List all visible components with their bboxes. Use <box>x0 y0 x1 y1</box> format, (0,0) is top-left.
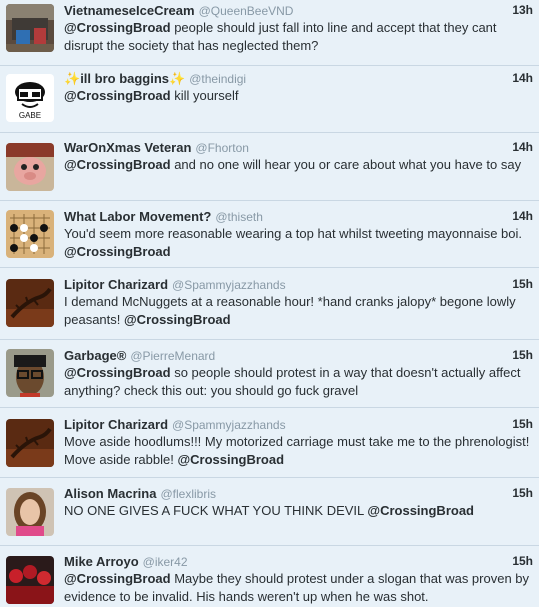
tweet-text: Move aside hoodlums!!! My motorized carr… <box>64 434 530 467</box>
author-name[interactable]: What Labor Movement? <box>64 209 211 224</box>
woman-photo-icon <box>6 488 54 536</box>
avatar[interactable] <box>6 419 54 467</box>
tweet-header: Alison Macrina @flexlibris <box>64 486 533 502</box>
author-handle[interactable]: @Spammyjazzhands <box>172 278 286 292</box>
tweet[interactable]: What Labor Movement? @thiseth 14h You'd s… <box>0 201 539 268</box>
avatar[interactable] <box>6 349 54 397</box>
room-photo-icon <box>6 4 54 52</box>
author-name[interactable]: Alison Macrina <box>64 486 156 501</box>
avatar[interactable] <box>6 488 54 536</box>
mention-link[interactable]: @CrossingBroad <box>64 88 171 103</box>
tweet-text: @CrossingBroad kill yourself <box>64 88 239 103</box>
tweet-timestamp[interactable]: 15h <box>512 277 533 291</box>
tweet[interactable]: WarOnXmas Veteran @Fhorton 14h @CrossingB… <box>0 133 539 201</box>
mention-link[interactable]: @CrossingBroad <box>124 312 231 327</box>
author-handle[interactable]: @thiseth <box>215 210 263 224</box>
tweet-timestamp[interactable]: 15h <box>512 486 533 500</box>
tweet-timestamp[interactable]: 14h <box>512 140 533 154</box>
tweet[interactable]: Alison Macrina @flexlibris 15h NO ONE GIV… <box>0 478 539 546</box>
tweet-header: Garbage® @PierreMenard <box>64 348 533 364</box>
author-handle[interactable]: @iker42 <box>143 555 188 569</box>
tweet-timestamp[interactable]: 15h <box>512 348 533 362</box>
pig-character-icon <box>6 143 54 191</box>
author-handle[interactable]: @Spammyjazzhands <box>172 418 286 432</box>
tweet-header: Lipitor Charizard @Spammyjazzhands <box>64 417 533 433</box>
tweet-timestamp[interactable]: 15h <box>512 417 533 431</box>
author-handle[interactable]: @theindigi <box>189 72 246 86</box>
tweet-header: Mike Arroyo @iker42 <box>64 554 533 570</box>
avatar[interactable] <box>6 210 54 258</box>
author-name[interactable]: Garbage® <box>64 348 126 363</box>
tweet-text: @CrossingBroad and no one will hear you … <box>64 157 522 172</box>
mention-link[interactable]: @CrossingBroad <box>64 20 171 35</box>
lizard-icon <box>6 279 54 327</box>
sparkle-icon: ✨ <box>64 71 81 86</box>
author-handle[interactable]: @Fhorton <box>195 141 249 155</box>
author-name[interactable]: Lipitor Charizard <box>64 417 168 432</box>
tweet-header: ✨ill bro baggins✨ @theindigi <box>64 71 533 87</box>
author-handle[interactable]: @PierreMenard <box>130 349 215 363</box>
tweet[interactable]: Garbage® @PierreMenard 15h @CrossingBroad… <box>0 340 539 408</box>
avatar[interactable] <box>6 556 54 604</box>
tweet-timestamp[interactable]: 13h <box>512 3 533 17</box>
tweet[interactable]: GABE ✨ill bro baggins✨ @theindigi 14h @Cr… <box>0 66 539 133</box>
tweet-header: VietnameseIceCream @QueenBeeVND <box>64 3 533 19</box>
crowd-photo-icon <box>6 556 54 604</box>
avatar-caption: GABE <box>19 111 41 120</box>
tweet-feed: VietnameseIceCream @QueenBeeVND 13h @Cros… <box>0 0 539 607</box>
avatar[interactable] <box>6 4 54 52</box>
author-name[interactable]: VietnameseIceCream <box>64 3 195 18</box>
tweet-header: What Labor Movement? @thiseth <box>64 209 533 225</box>
avatar[interactable]: GABE <box>6 74 54 122</box>
author-handle[interactable]: @flexlibris <box>160 487 216 501</box>
avatar[interactable] <box>6 143 54 191</box>
tweet-text: I demand McNuggets at a reasonable hour!… <box>64 294 516 327</box>
author-name[interactable]: Lipitor Charizard <box>64 277 168 292</box>
avatar[interactable] <box>6 279 54 327</box>
tweet-header: Lipitor Charizard @Spammyjazzhands <box>64 277 533 293</box>
mention-link[interactable]: @CrossingBroad <box>177 452 284 467</box>
tweet-timestamp[interactable]: 14h <box>512 71 533 85</box>
tweet-header: WarOnXmas Veteran @Fhorton <box>64 140 533 156</box>
tweet-text: @CrossingBroad people should just fall i… <box>64 20 497 53</box>
tweet[interactable]: Mike Arroyo @iker42 15h @CrossingBroad Ma… <box>0 546 539 607</box>
mention-link[interactable]: @CrossingBroad <box>64 244 171 259</box>
cartoon-face-icon: GABE <box>6 74 54 122</box>
author-name[interactable]: ill bro baggins <box>80 71 169 86</box>
mention-link[interactable]: @CrossingBroad <box>64 157 171 172</box>
tweet-timestamp[interactable]: 15h <box>512 554 533 568</box>
man-glasses-icon <box>6 349 54 397</box>
tweet-text: NO ONE GIVES A FUCK WHAT YOU THINK DEVIL… <box>64 503 474 518</box>
tweet[interactable]: Lipitor Charizard @Spammyjazzhands 15h Mo… <box>0 408 539 478</box>
tweet[interactable]: Lipitor Charizard @Spammyjazzhands 15h I … <box>0 268 539 340</box>
mention-link[interactable]: @CrossingBroad <box>367 503 474 518</box>
tweet-timestamp[interactable]: 14h <box>512 209 533 223</box>
author-handle[interactable]: @QueenBeeVND <box>199 4 294 18</box>
tweet[interactable]: VietnameseIceCream @QueenBeeVND 13h @Cros… <box>0 0 539 66</box>
sparkle-icon: ✨ <box>169 71 186 86</box>
author-name[interactable]: Mike Arroyo <box>64 554 139 569</box>
mention-link[interactable]: @CrossingBroad <box>64 365 171 380</box>
author-name[interactable]: WarOnXmas Veteran <box>64 140 191 155</box>
go-board-icon <box>6 210 54 258</box>
lizard-icon <box>6 419 54 467</box>
tweet-text: @CrossingBroad Maybe they should protest… <box>64 571 530 604</box>
mention-link[interactable]: @CrossingBroad <box>64 571 171 586</box>
tweet-text: @CrossingBroad so people should protest … <box>64 365 521 398</box>
tweet-text: You'd seem more reasonable wearing a top… <box>64 226 522 259</box>
